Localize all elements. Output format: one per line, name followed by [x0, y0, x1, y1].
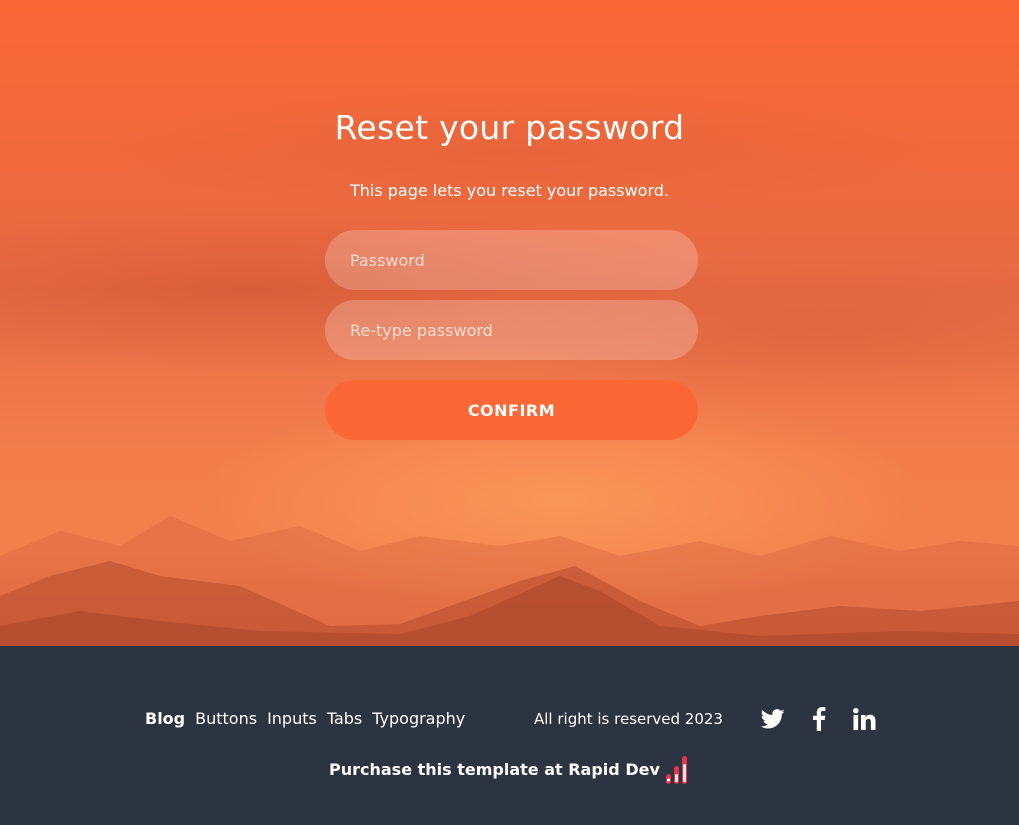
footer-link-tabs[interactable]: Tabs: [327, 709, 362, 728]
footer-link-typography[interactable]: Typography: [372, 709, 465, 728]
page-subtitle: This page lets you reset your password.: [349, 181, 669, 200]
mountains-illustration: [0, 516, 1019, 646]
password-input[interactable]: [325, 230, 698, 290]
confirm-button[interactable]: CONFIRM: [325, 380, 698, 440]
facebook-icon[interactable]: [806, 706, 832, 732]
purchase-text: Purchase this template at Rapid Dev: [329, 760, 660, 779]
footer: Blog Buttons Inputs Tabs Typography All …: [0, 646, 1019, 825]
footer-link-blog[interactable]: Blog: [145, 709, 185, 728]
footer-nav: Blog Buttons Inputs Tabs Typography: [145, 709, 465, 728]
copyright-text: All right is reserved 2023: [534, 710, 723, 728]
footer-link-inputs[interactable]: Inputs: [267, 709, 317, 728]
page-title: Reset your password: [334, 108, 685, 147]
twitter-icon[interactable]: [760, 706, 786, 732]
rapid-dev-logo-icon[interactable]: [664, 754, 696, 786]
footer-link-buttons[interactable]: Buttons: [195, 709, 257, 728]
linkedin-icon[interactable]: [852, 706, 878, 732]
retype-password-input[interactable]: [325, 300, 698, 360]
